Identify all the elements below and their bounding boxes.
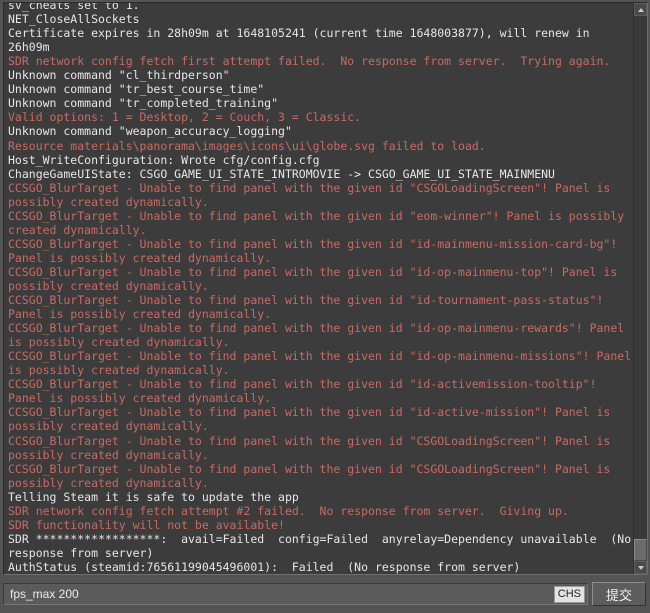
- console-log-line: Unknown command "tr_completed_training": [8, 96, 279, 111]
- console-log-line: CCSGO_BlurTarget - Unable to find panel …: [8, 264, 625, 293]
- console-log-line: Can't use cheat cvar cl_teamid_overhead_…: [8, 3, 140, 13]
- console-log-line: Unknown command "tr_best_course_time": [8, 82, 265, 97]
- console-log-line: Resource materials\panorama\images\icons…: [8, 138, 486, 153]
- developer-console-window: Can't use cheat cvar cl_teamid_overhead_…: [0, 0, 650, 613]
- scroll-up-arrow-icon[interactable]: [634, 3, 647, 16]
- console-log-line: ChangeGameUIState: CSGO_GAME_UI_STATE_IN…: [8, 166, 555, 181]
- scrollbar-thumb[interactable]: [634, 539, 647, 561]
- console-log-line: CCSGO_BlurTarget - Unable to find panel …: [8, 208, 632, 237]
- console-log-line: CCSGO_BlurTarget - Unable to find panel …: [8, 377, 604, 406]
- ime-indicator-badge: CHS: [553, 585, 585, 603]
- console-scrollbar[interactable]: [633, 3, 647, 574]
- console-log-line: SDR functionality will not be available!: [8, 517, 285, 532]
- console-log-line: CCSGO_BlurTarget - Unable to find panel …: [8, 461, 618, 490]
- console-log-line: CCSGO_BlurTarget - Unable to find panel …: [8, 236, 625, 265]
- console-log-line: NET_CloseAllSockets: [8, 12, 140, 27]
- console-log-line: Certificate expires in 28h09m at 1648105…: [8, 26, 597, 55]
- console-log-area[interactable]: Can't use cheat cvar cl_teamid_overhead_…: [4, 3, 633, 574]
- console-log-line: CCSGO_BlurTarget - Unable to find panel …: [8, 405, 618, 434]
- console-log-line: CCSGO_BlurTarget - Unable to find panel …: [8, 180, 618, 209]
- scrollbar-track[interactable]: [634, 16, 647, 561]
- console-log-line: Unknown command "cl_thirdperson": [8, 68, 230, 83]
- console-log-line: AuthStatus (steamid:76561199045496001): …: [8, 559, 521, 574]
- console-log-line: Unknown command "weapon_accuracy_logging…: [8, 124, 292, 139]
- console-log-line: SDR ******************: avail=Failed con…: [8, 531, 632, 560]
- console-log-line: Host_WriteConfiguration: Wrote cfg/confi…: [8, 152, 320, 167]
- console-input-bar: CHS 提交: [0, 575, 650, 613]
- console-log-line: Valid options: 1 = Desktop, 2 = Couch, 3…: [8, 110, 362, 125]
- scroll-down-arrow-icon[interactable]: [634, 561, 647, 574]
- console-log-line: CCSGO_BlurTarget - Unable to find panel …: [8, 433, 618, 462]
- command-input-wrapper[interactable]: CHS: [3, 583, 588, 605]
- console-log-line: SDR network config fetch attempt #2 fail…: [8, 503, 569, 518]
- console-output-pane: Can't use cheat cvar cl_teamid_overhead_…: [3, 2, 648, 575]
- console-log-line: CCSGO_BlurTarget - Unable to find panel …: [8, 321, 632, 350]
- command-input[interactable]: [4, 584, 554, 604]
- console-log-line: Telling Steam it is safe to update the a…: [8, 489, 299, 504]
- console-log-line: CCSGO_BlurTarget - Unable to find panel …: [8, 349, 632, 378]
- console-log-line: SDR network config fetch first attempt f…: [8, 54, 611, 69]
- submit-button[interactable]: 提交: [592, 582, 646, 606]
- console-log-line: CCSGO_BlurTarget - Unable to find panel …: [8, 293, 611, 322]
